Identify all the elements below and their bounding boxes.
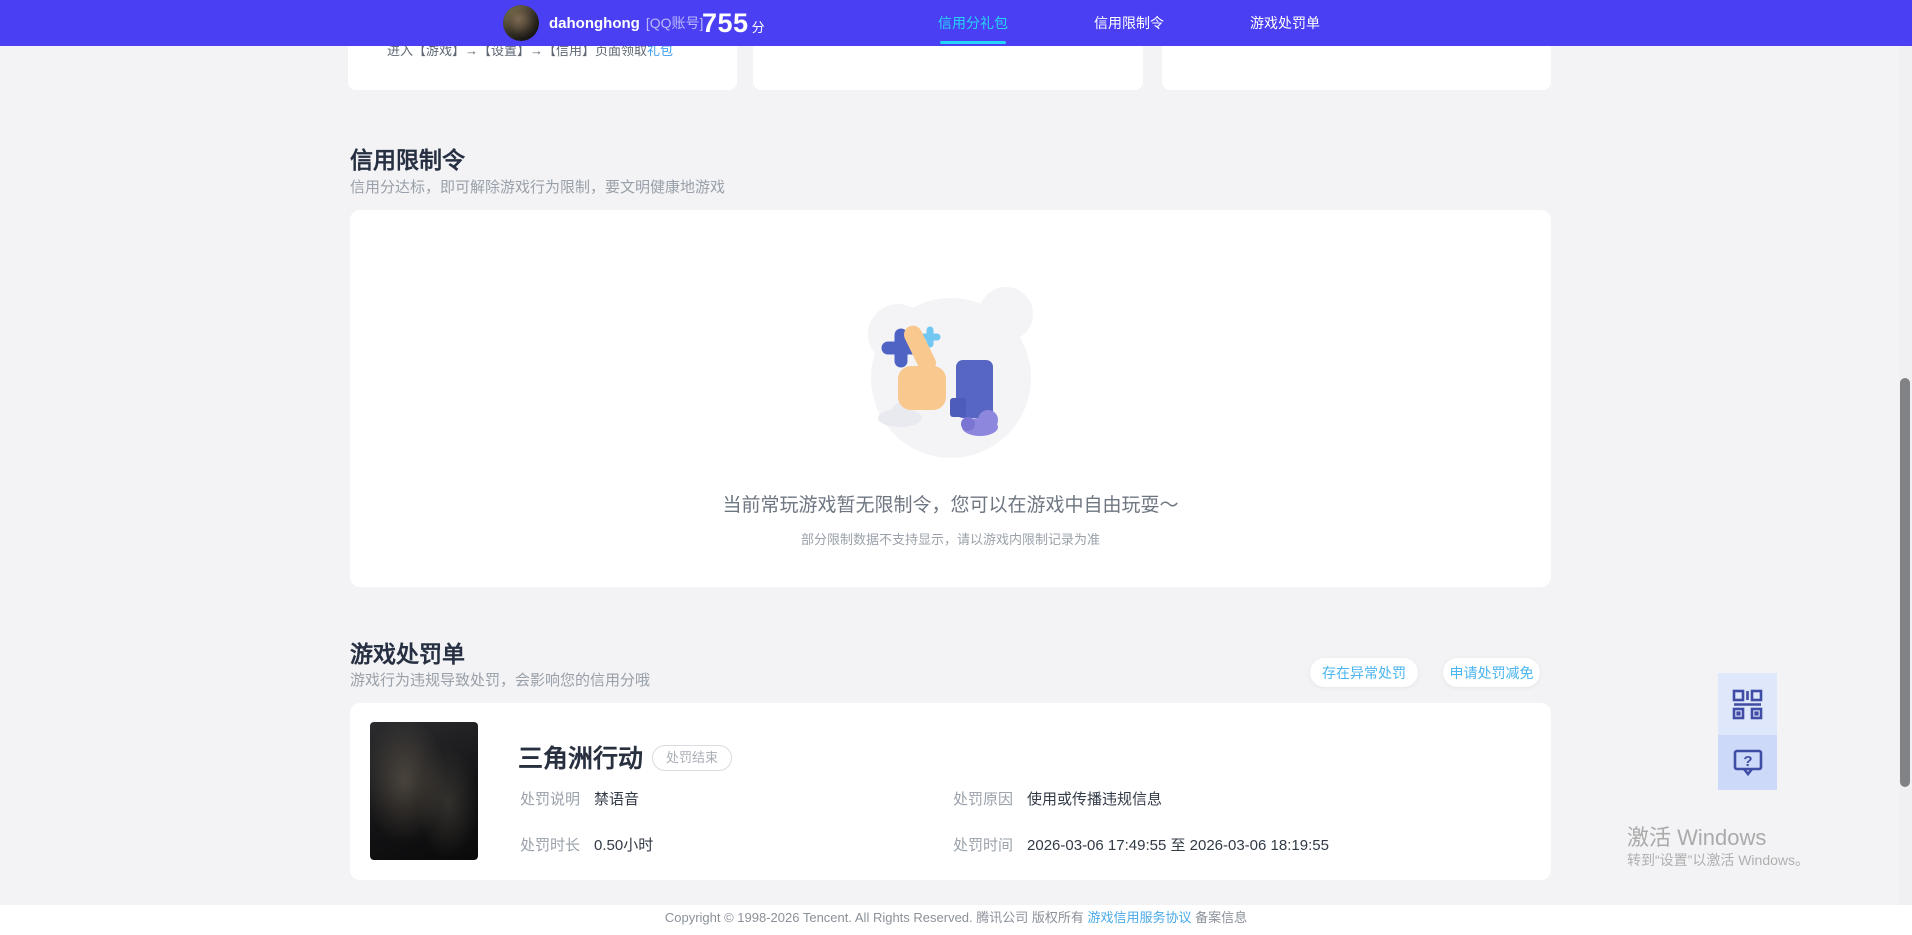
penalty-card: 三角洲行动 处罚结束 处罚说明 禁语音 处罚原因 使用或传播违规信息 处罚时长 0.5… — [350, 703, 1551, 880]
footer: Copyright © 1998-2026 Tencent. All Right… — [0, 905, 1912, 935]
tab-credit-restriction[interactable]: 信用限制令 — [1093, 0, 1165, 46]
help-feedback-button[interactable]: ? — [1718, 735, 1777, 790]
section-subtitle-restriction: 信用分达标，即可解除游戏行为限制，要文明健康地游戏 — [350, 179, 726, 196]
abnormal-penalty-button[interactable]: 存在异常处罚 — [1310, 658, 1418, 687]
penalty-reason-field: 处罚原因 使用或传播违规信息 — [953, 788, 1162, 809]
blue-card-shape — [949, 360, 993, 418]
gift-card-3 — [1162, 46, 1551, 90]
penalty-time-field: 处罚时间 2026-03-06 17:49:55 至 2026-03-06 18:… — [953, 834, 1329, 855]
empty-state-hint: 部分限制数据不支持显示，请以游戏内限制记录为准 — [800, 532, 1100, 547]
penalty-time-label: 处罚时间 — [953, 837, 1014, 854]
section-title-penalty: 游戏处罚单 — [350, 641, 465, 667]
tab-game-penalty[interactable]: 游戏处罚单 — [1249, 0, 1321, 46]
windows-activation-subtitle: 转到“设置”以激活 Windows。 — [1627, 852, 1810, 868]
svg-text:?: ? — [1743, 753, 1752, 770]
qr-code-button[interactable] — [1718, 673, 1777, 735]
penalty-desc-label: 处罚说明 — [520, 791, 581, 808]
game-thumbnail — [370, 722, 478, 860]
penalty-desc-value: 禁语音 — [594, 791, 640, 808]
section-title-restriction: 信用限制令 — [350, 147, 465, 173]
username: dahonghong [QQ账号] — [549, 15, 704, 32]
tab-credit-gift[interactable]: 信用分礼包 — [937, 0, 1009, 46]
penalty-status-badge: 处罚结束 — [652, 745, 733, 771]
avatar[interactable] — [503, 5, 539, 41]
penalty-duration-field: 处罚时长 0.50小时 — [520, 834, 653, 855]
footer-link[interactable]: 游戏信用服务协议 — [1088, 910, 1192, 925]
nav-tabs: 信用分礼包 信用限制令 游戏处罚单 — [937, 0, 1321, 46]
empty-state-title: 当前常玩游戏暂无限制令，您可以在游戏中自由玩耍～ — [722, 495, 1179, 516]
section-subtitle-penalty: 游戏行为违规导致处罚，会影响您的信用分哦 — [350, 672, 651, 689]
penalty-reason-value: 使用或传播违规信息 — [1027, 791, 1163, 808]
footer-text: Copyright © 1998-2026 Tencent. All Right… — [664, 910, 1248, 925]
account-type-label: [QQ账号] — [645, 15, 704, 31]
credit-score-value: 755 — [702, 7, 749, 38]
credit-score: 755 分 — [702, 0, 765, 46]
penalty-duration-value: 0.50小时 — [594, 837, 654, 854]
penalty-duration-label: 处罚时长 — [520, 837, 581, 854]
restriction-empty-card: 当前常玩游戏暂无限制令，您可以在游戏中自由玩耍～ 部分限制数据不支持显示，请以游… — [350, 210, 1551, 587]
top-navbar: dahonghong [QQ账号] 755 分 信用分礼包 信用限制令 游戏处罚单 — [0, 0, 1912, 46]
penalty-time-value: 2026-03-06 17:49:55 至 2026-03-06 18:19:5… — [1027, 837, 1329, 854]
credit-score-unit: 分 — [751, 20, 765, 35]
thumbs-up-illustration — [867, 287, 1033, 458]
gift-card-2 — [753, 46, 1143, 90]
active-tab-underline — [940, 41, 1006, 44]
penalty-relief-button[interactable]: 申请处罚减免 — [1443, 658, 1540, 687]
penalty-desc-field: 处罚说明 禁语音 — [520, 788, 639, 809]
windows-activation-title: 激活 Windows — [1627, 825, 1767, 850]
game-title: 三角洲行动 — [518, 745, 644, 773]
penalty-reason-label: 处罚原因 — [953, 791, 1014, 808]
qr-code-icon — [1732, 689, 1763, 719]
question-bubble-icon: ? — [1733, 749, 1762, 776]
scrollbar-thumb[interactable] — [1900, 378, 1910, 787]
